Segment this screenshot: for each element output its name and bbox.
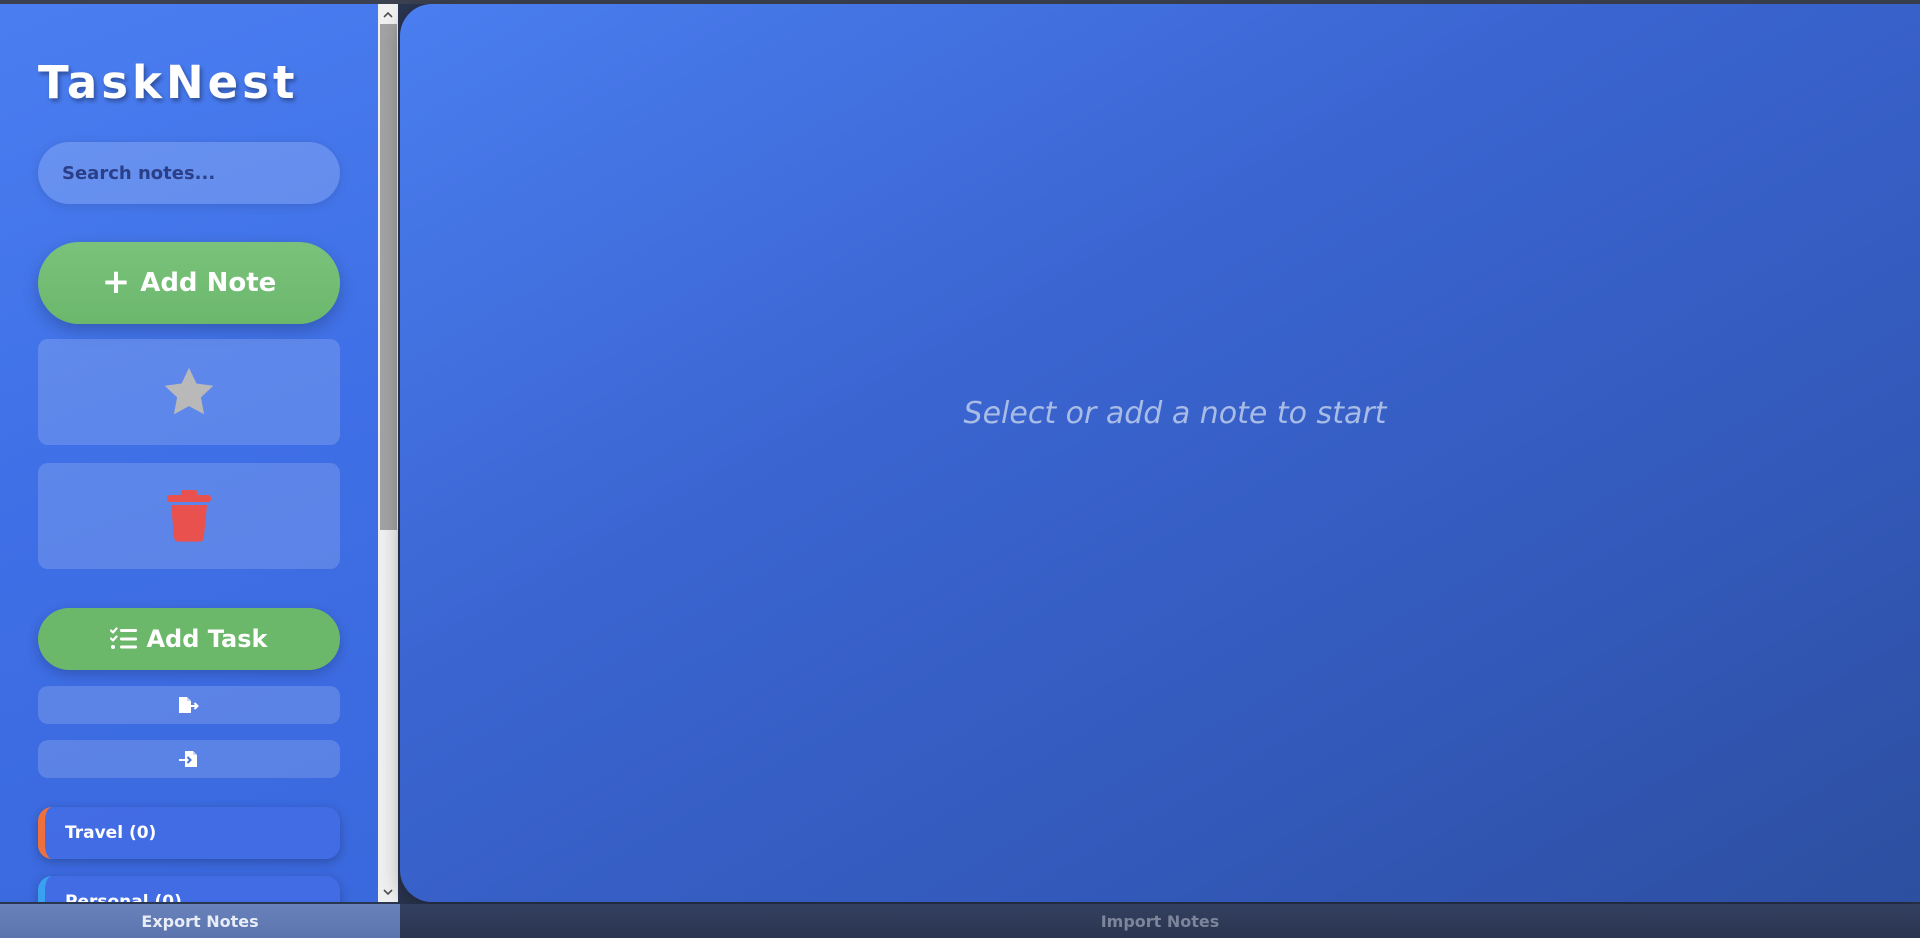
category-travel[interactable]: Travel (0) (38, 807, 340, 859)
empty-state-message: Select or add a note to start (963, 395, 1387, 431)
category-label: Personal (0) (65, 892, 182, 902)
app-logo: TaskNest (38, 56, 299, 109)
favorite-button[interactable] (38, 339, 340, 445)
file-import-icon (179, 751, 197, 767)
sidebar-scrollbar[interactable] (378, 4, 398, 902)
search-input[interactable] (38, 142, 340, 204)
star-icon (164, 367, 214, 415)
trash-icon (167, 490, 211, 542)
delete-button[interactable] (38, 463, 340, 569)
add-note-button[interactable]: + Add Note (38, 242, 340, 324)
export-notes-label: Export Notes (141, 911, 259, 931)
sidebar: TaskNest + Add Note Add Task (0, 4, 378, 902)
category-label: Travel (0) (65, 823, 157, 843)
add-task-button[interactable]: Add Task (38, 608, 340, 670)
plus-icon: + (101, 261, 131, 302)
add-note-label: Add Note (140, 268, 277, 298)
export-notes-button[interactable]: Export Notes (0, 904, 400, 938)
add-task-label: Add Task (146, 625, 268, 653)
export-icon-button[interactable] (38, 686, 340, 724)
scroll-down-arrow-icon[interactable] (378, 882, 398, 902)
tasks-list-icon (110, 627, 138, 649)
scrollbar-thumb[interactable] (380, 24, 397, 530)
note-editor-area: Select or add a note to start (400, 4, 1920, 902)
import-icon-button[interactable] (38, 740, 340, 778)
file-export-icon (179, 697, 199, 713)
import-notes-label: Import Notes (1100, 911, 1220, 931)
scroll-up-arrow-icon[interactable] (378, 4, 398, 24)
category-personal[interactable]: Personal (0) (38, 876, 340, 902)
import-notes-button[interactable]: Import Notes (400, 904, 1920, 938)
